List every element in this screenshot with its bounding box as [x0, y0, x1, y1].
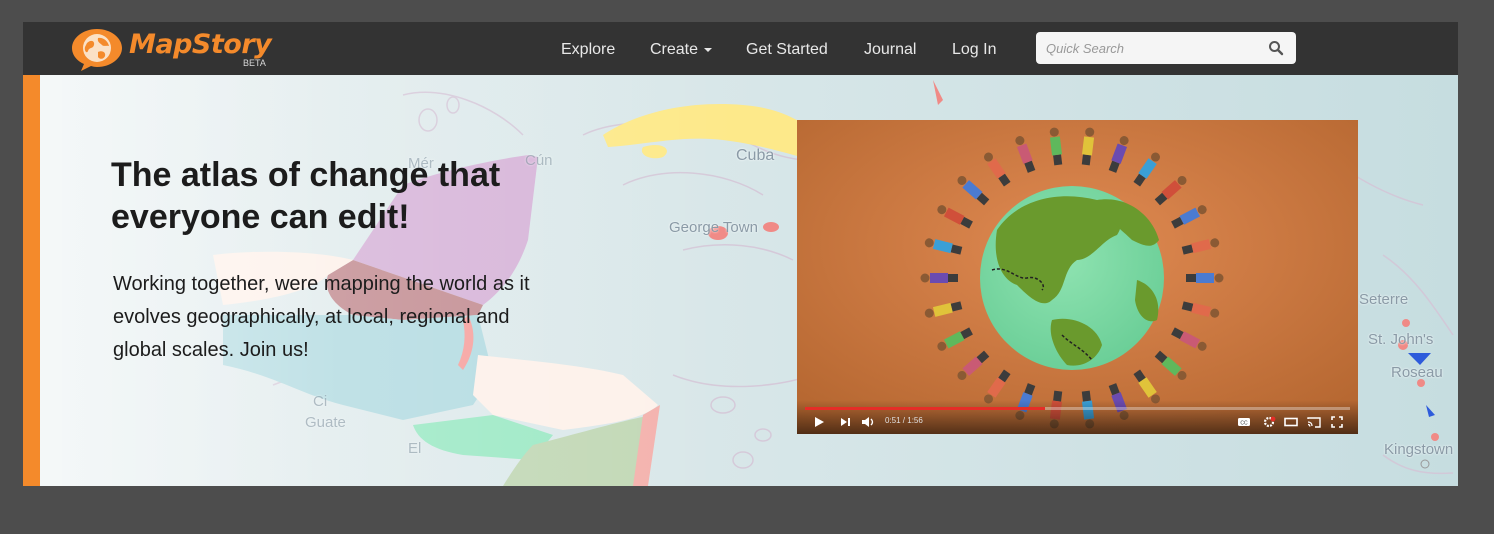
quick-search — [1036, 32, 1296, 64]
map-label-kingstown: Kingstown — [1384, 441, 1454, 458]
settings-icon[interactable] — [1262, 416, 1276, 428]
map-label-st-johns: St. John's — [1368, 331, 1434, 348]
video-controls: 0:51 / 1:56 CC — [797, 400, 1358, 434]
volume-icon[interactable] — [861, 416, 875, 428]
map-label-george-town: George Town — [669, 219, 758, 236]
video-time: 0:51 / 1:56 — [885, 416, 923, 425]
map-label-basseterre: Seterre — [1359, 291, 1409, 308]
video-progress-bar[interactable] — [805, 407, 1350, 410]
search-icon[interactable] — [1268, 40, 1284, 56]
fullscreen-icon[interactable] — [1331, 416, 1343, 428]
top-navbar: MapStory BETA Explore Create Get Started… — [23, 22, 1458, 75]
map-label-el-salvador: El — [408, 440, 422, 457]
hero-headline: The atlas of change that everyone can ed… — [111, 156, 501, 236]
search-input[interactable] — [1036, 32, 1246, 64]
map-label-guatemala: Guate — [305, 414, 346, 431]
map-label-roseau: Roseau — [1391, 364, 1443, 381]
theater-icon[interactable] — [1284, 416, 1298, 428]
captions-icon[interactable]: CC — [1237, 416, 1251, 428]
beta-badge: BETA — [243, 58, 266, 68]
nav-create-label: Create — [650, 41, 699, 58]
svg-text:CC: CC — [1240, 421, 1248, 427]
nav-get-started[interactable]: Get Started — [746, 41, 828, 59]
chevron-down-icon — [704, 47, 713, 52]
globe-speech-icon — [72, 29, 122, 71]
play-icon[interactable] — [813, 416, 825, 428]
nav-create[interactable]: Create — [650, 41, 713, 59]
nav-explore[interactable]: Explore — [561, 41, 615, 59]
nav-journal[interactable]: Journal — [864, 41, 916, 59]
page-frame: MapStory BETA Explore Create Get Started… — [23, 22, 1458, 486]
map-label-ciudad: Ci — [313, 393, 328, 410]
next-icon[interactable] — [839, 416, 851, 428]
person-figure — [920, 273, 958, 283]
nav-log-in[interactable]: Log In — [952, 41, 996, 59]
accent-bar — [23, 75, 40, 486]
video-thumbnail — [797, 120, 1358, 434]
video-progress-fill — [805, 407, 1045, 410]
intro-video-player[interactable]: 0:51 / 1:56 CC — [797, 120, 1358, 434]
person-figure — [1186, 273, 1224, 283]
hero-section: Cuba George Town Mér Cún Ci Guate El Set… — [23, 75, 1458, 486]
cast-icon[interactable] — [1307, 416, 1321, 428]
map-label-cuba: Cuba — [736, 147, 775, 164]
mapstory-logo[interactable]: MapStory BETA — [67, 25, 297, 73]
logo-wordmark: MapStory — [129, 29, 272, 60]
hero-tagline: Working together, were mapping the world… — [113, 273, 530, 361]
